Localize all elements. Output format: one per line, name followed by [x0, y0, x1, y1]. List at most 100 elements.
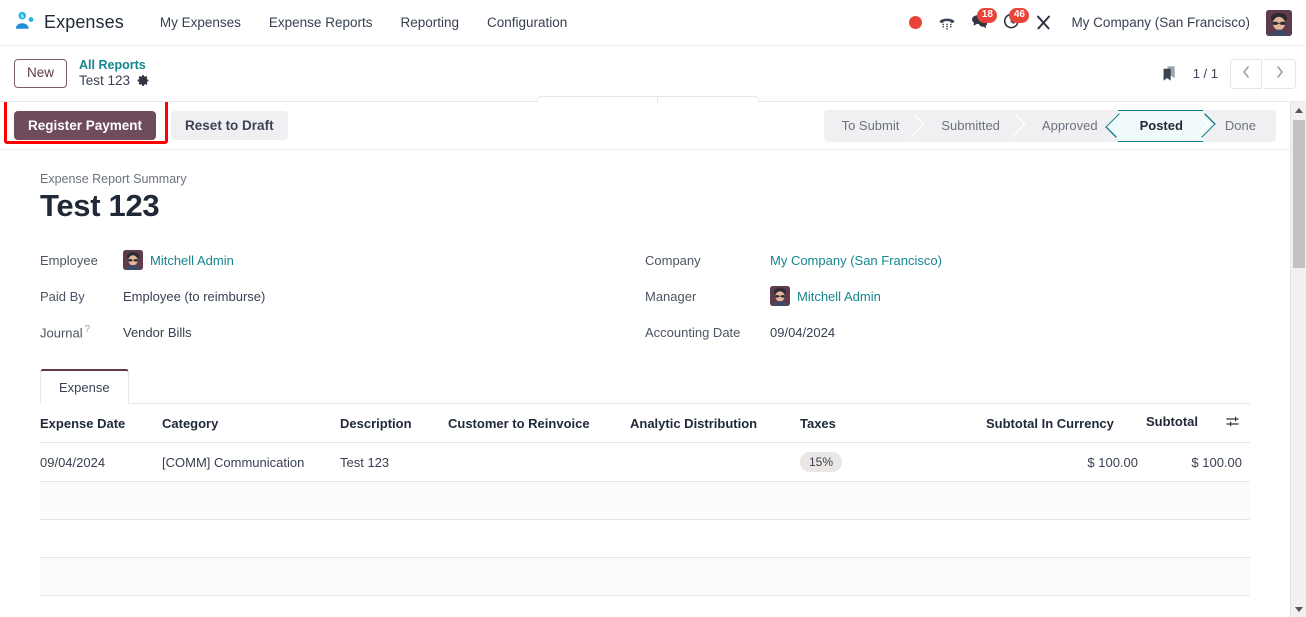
form-right-column: Company My Company (San Francisco) Manag… [645, 242, 1250, 350]
scroll-down-arrow-icon[interactable] [1291, 601, 1306, 617]
current-company-label[interactable]: My Company (San Francisco) [1061, 11, 1258, 34]
field-label-accounting-date: Accounting Date [645, 324, 741, 340]
status-pipeline: To Submit Submitted Approved Posted Done [823, 109, 1276, 142]
breadcrumb: All Reports Test 123 [79, 58, 150, 89]
field-paid-by: Paid By Employee (to reimburse) [40, 278, 645, 314]
help-tooltip-icon[interactable]: ? [85, 324, 91, 335]
form-view: Register Payment Reset to Draft To Submi… [0, 102, 1290, 617]
field-value-company[interactable]: My Company (San Francisco) [770, 253, 942, 268]
activities-icon-wrapper[interactable]: 46 [997, 7, 1030, 37]
cell-subtotal[interactable]: $ 100.00 [1146, 442, 1250, 482]
cell-expense-date[interactable]: 09/04/2024 [40, 442, 162, 482]
form-columns: Employee Mitchell Admin Paid By Employee… [40, 242, 1250, 350]
column-header-taxes[interactable]: Taxes [800, 404, 986, 443]
column-header-subtotal-label: Subtotal [1146, 414, 1198, 429]
gear-icon[interactable] [137, 74, 150, 87]
field-accounting-date: Accounting Date 09/04/2024 [645, 314, 1250, 350]
breadcrumb-all-reports[interactable]: All Reports [79, 58, 150, 73]
table-row[interactable]: 09/04/2024 [COMM] Communication Test 123… [40, 442, 1250, 482]
pager: 1 / 1 [1189, 58, 1296, 89]
empty-cell [40, 519, 1250, 558]
reset-to-draft-button[interactable]: Reset to Draft [171, 111, 288, 140]
cell-analytic-distribution[interactable] [630, 442, 800, 482]
empty-cell [40, 595, 1250, 617]
manager-avatar [770, 286, 790, 306]
table-row-empty [40, 481, 1250, 520]
table-body: 09/04/2024 [COMM] Communication Test 123… [40, 442, 1250, 617]
column-header-customer-to-reinvoice[interactable]: Customer to Reinvoice [448, 404, 630, 443]
bookmark-icon[interactable] [1157, 61, 1183, 87]
control-panel: New All Reports Test 123 1 / 1 [0, 46, 1306, 137]
status-stage-submitted[interactable]: Submitted [919, 110, 1020, 142]
field-label-employee: Employee [40, 252, 98, 268]
menu-item-expense-reports[interactable]: Expense Reports [255, 9, 387, 36]
cell-subtotal-in-currency[interactable]: $ 100.00 [986, 442, 1146, 482]
field-value-manager[interactable]: Mitchell Admin [770, 286, 881, 306]
status-stage-approved[interactable]: Approved [1020, 110, 1118, 142]
company-link[interactable]: My Company (San Francisco) [770, 253, 942, 268]
cell-customer-to-reinvoice[interactable] [448, 442, 630, 482]
chevron-right-icon [1275, 65, 1285, 82]
menu-item-reporting[interactable]: Reporting [386, 9, 473, 36]
app-brand[interactable]: $ Expenses [14, 10, 124, 35]
expense-lines-table: Expense Date Category Description Custom… [40, 404, 1250, 617]
field-company: Company My Company (San Francisco) [645, 242, 1250, 278]
field-label-journal-text: Journal [40, 325, 83, 341]
column-header-expense-date[interactable]: Expense Date [40, 404, 162, 443]
messages-counter-badge: 18 [977, 7, 998, 23]
column-header-analytic-distribution[interactable]: Analytic Distribution [630, 404, 800, 443]
field-journal: Journal? Vendor Bills [40, 314, 645, 350]
record-dot-icon[interactable] [901, 9, 929, 37]
notebook-tabs: Expense [40, 368, 1250, 404]
breadcrumb-current-label: Test 123 [79, 72, 131, 88]
status-stage-label: Done [1224, 118, 1256, 133]
main-menu: My Expenses Expense Reports Reporting Co… [146, 9, 581, 36]
sliders-icon[interactable] [1225, 414, 1242, 432]
field-value-journal[interactable]: Vendor Bills [123, 325, 192, 340]
expenses-app-icon: $ [14, 10, 36, 35]
vertical-scrollbar[interactable] [1290, 102, 1306, 617]
control-panel-right: 1 / 1 [1157, 58, 1296, 89]
cell-taxes[interactable]: 15% [800, 442, 986, 482]
top-navbar: $ Expenses My Expenses Expense Reports R… [0, 0, 1306, 46]
avatar[interactable] [1266, 9, 1292, 36]
column-header-subtotal-in-currency[interactable]: Subtotal In Currency [986, 404, 1146, 443]
menu-item-configuration[interactable]: Configuration [473, 9, 581, 36]
new-button[interactable]: New [14, 59, 68, 88]
app-name: Expenses [44, 12, 124, 32]
odoo-expense-report-page: $ Expenses My Expenses Expense Reports R… [0, 0, 1306, 617]
menu-item-my-expenses[interactable]: My Expenses [146, 9, 255, 36]
status-stage-label: Posted [1139, 118, 1183, 133]
column-header-description[interactable]: Description [340, 404, 448, 443]
manager-link[interactable]: Mitchell Admin [797, 289, 881, 304]
field-value-paid-by[interactable]: Employee (to reimburse) [123, 289, 265, 304]
cell-category[interactable]: [COMM] Communication [162, 442, 340, 482]
page-title[interactable]: Test 123 [40, 188, 1250, 224]
chevron-left-icon [1241, 65, 1251, 82]
phone-dialpad-icon[interactable] [933, 9, 961, 37]
wrench-tools-icon[interactable] [1029, 9, 1057, 37]
empty-cell [40, 481, 1250, 520]
employee-link[interactable]: Mitchell Admin [150, 253, 234, 268]
status-stage-label: To Submit [841, 118, 900, 133]
column-header-category[interactable]: Category [162, 404, 340, 443]
messages-icon-wrapper[interactable]: 18 [965, 7, 998, 37]
field-value-employee[interactable]: Mitchell Admin [123, 250, 234, 270]
scrollbar-thumb[interactable] [1293, 120, 1305, 268]
status-stage-posted[interactable]: Posted [1104, 109, 1216, 142]
table-header-row: Expense Date Category Description Custom… [40, 404, 1250, 443]
column-header-subtotal[interactable]: Subtotal [1146, 404, 1250, 443]
tab-expense[interactable]: Expense [40, 369, 129, 404]
status-stage-label: Submitted [941, 118, 1000, 133]
scroll-up-arrow-icon[interactable] [1291, 102, 1306, 118]
status-bar: Register Payment Reset to Draft To Submi… [0, 102, 1290, 150]
pager-previous-button[interactable] [1230, 58, 1262, 89]
register-payment-button[interactable]: Register Payment [14, 111, 157, 140]
table-row-empty [40, 519, 1250, 558]
pager-next-button[interactable] [1264, 58, 1296, 89]
status-stage-to-submit[interactable]: To Submit [824, 110, 920, 142]
pager-counter[interactable]: 1 / 1 [1189, 66, 1228, 81]
field-value-accounting-date[interactable]: 09/04/2024 [770, 325, 835, 340]
cell-description[interactable]: Test 123 [340, 442, 448, 482]
status-stage-done[interactable]: Done [1203, 110, 1276, 142]
